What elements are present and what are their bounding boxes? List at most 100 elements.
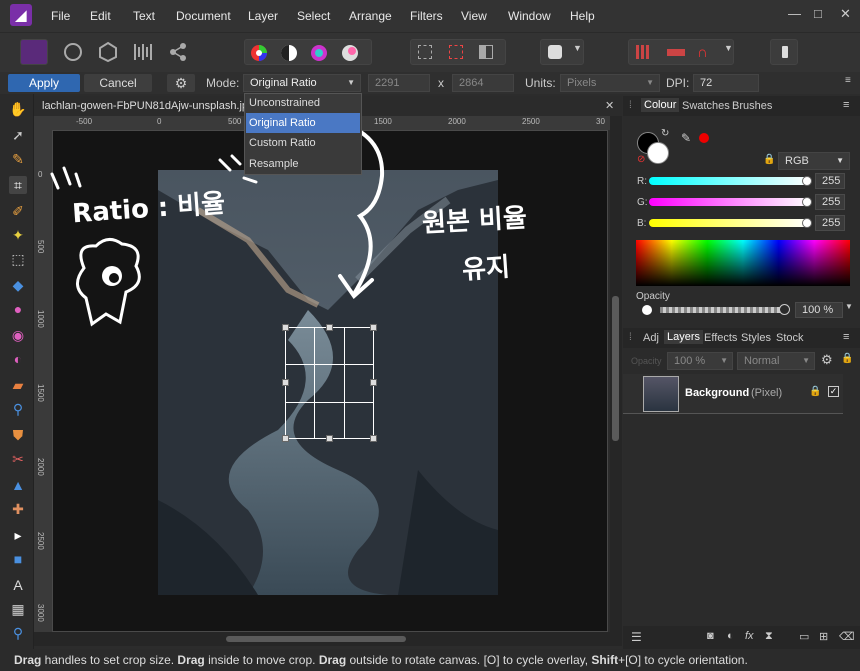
layer-visibility-checkbox[interactable]: ✓ xyxy=(828,386,839,397)
levels-icon[interactable] xyxy=(279,43,299,63)
g-slider-handle[interactable] xyxy=(802,197,812,207)
menu-select[interactable]: Select xyxy=(297,9,330,23)
color-wheel-icon[interactable] xyxy=(249,43,269,63)
layer-row-background[interactable]: Background (Pixel) 🔒 ✓ xyxy=(623,374,843,414)
white-balance-icon[interactable] xyxy=(340,43,360,63)
assistant-icon[interactable] xyxy=(667,49,685,56)
mode-select[interactable]: Original Ratio ▼ xyxy=(243,74,361,92)
eyedropper-icon[interactable]: ✎ xyxy=(681,131,691,145)
crop-tool-icon[interactable]: ⌗ xyxy=(9,176,27,194)
b-slider-handle[interactable] xyxy=(802,218,812,228)
b-slider[interactable] xyxy=(649,219,809,227)
color-replacement-icon[interactable]: ◉ xyxy=(9,326,27,344)
menu-edit[interactable]: Edit xyxy=(90,9,111,23)
hsl-icon[interactable] xyxy=(309,43,329,63)
close-document-icon[interactable]: ✕ xyxy=(605,99,614,112)
layer-stack-icon[interactable]: ☰ xyxy=(631,630,642,644)
lock-icon[interactable]: 🔒 xyxy=(763,154,775,165)
menu-layer[interactable]: Layer xyxy=(248,9,278,23)
flood-fill-icon[interactable]: ◆ xyxy=(9,276,27,294)
layer-opacity-field[interactable]: 100 % ▼ xyxy=(667,352,733,370)
context-menu-icon[interactable]: ≡ xyxy=(845,75,851,86)
export-persona-icon[interactable] xyxy=(165,39,193,65)
menu-arrange[interactable]: Arrange xyxy=(349,9,392,23)
erase-brush-icon[interactable]: ▰ xyxy=(9,376,27,394)
zoom-tool-icon[interactable]: ⚲ xyxy=(9,624,27,642)
trash-icon[interactable]: ⌫ xyxy=(839,630,855,643)
height-field[interactable]: 2864 xyxy=(452,74,514,92)
r-slider-handle[interactable] xyxy=(802,176,812,186)
b-value-field[interactable]: 255 xyxy=(815,215,845,231)
menu-file[interactable]: File xyxy=(51,9,70,23)
patch-tool-icon[interactable]: ✚ xyxy=(9,500,27,518)
g-slider[interactable] xyxy=(649,198,809,206)
picked-colour-swatch[interactable] xyxy=(699,133,709,143)
gear-icon[interactable]: ⚙ xyxy=(167,74,195,92)
horizontal-scroll-thumb[interactable] xyxy=(226,636,406,642)
units-select[interactable]: Pixels ▼ xyxy=(560,74,660,92)
hand-tool-icon[interactable]: ✋ xyxy=(9,100,27,118)
smudge-tool-icon[interactable]: ▲ xyxy=(9,476,27,494)
add-pixel-layer-icon[interactable]: ⊞ xyxy=(819,630,828,643)
colour-spectrum[interactable] xyxy=(636,240,850,286)
dodge-tool-icon[interactable]: ⚲ xyxy=(9,400,27,418)
studio-toggle-button[interactable] xyxy=(770,39,798,65)
maximize-button[interactable]: □ xyxy=(814,6,822,21)
snapping-magnet-icon[interactable]: ∩ xyxy=(697,44,708,61)
liquify-persona-icon[interactable] xyxy=(60,39,88,65)
g-value-field[interactable]: 255 xyxy=(815,194,845,210)
invert-selection-icon[interactable] xyxy=(479,45,493,59)
tab-adjustments[interactable]: Adj xyxy=(643,332,659,344)
crop-handle-right[interactable] xyxy=(370,379,377,386)
menu-document[interactable]: Document xyxy=(176,9,231,23)
opacity-value-field[interactable]: 100 % xyxy=(795,302,843,318)
tab-effects[interactable]: Effects xyxy=(704,332,737,344)
crop-handle-left[interactable] xyxy=(282,379,289,386)
panel-menu-icon[interactable]: ≡ xyxy=(843,331,849,343)
crop-handle-bottom[interactable] xyxy=(326,435,333,442)
r-value-field[interactable]: 255 xyxy=(815,173,845,189)
panel-grip-icon[interactable]: ⁞ xyxy=(629,100,632,111)
mode-option-original-ratio[interactable]: Original Ratio xyxy=(249,117,316,129)
swap-colours-icon[interactable]: ↻ xyxy=(661,128,669,139)
chevron-down-icon[interactable]: ▼ xyxy=(845,302,853,311)
mesh-warp-icon[interactable]: ▦ xyxy=(9,600,27,618)
marquee-tool-icon[interactable]: ⬚ xyxy=(9,250,27,268)
tab-layers[interactable]: Layers xyxy=(664,330,704,344)
clone-tool-icon[interactable]: ⛊ xyxy=(9,426,27,444)
crop-handle-bottom-left[interactable] xyxy=(282,435,289,442)
color-picker-tool-icon[interactable]: ✎ xyxy=(9,150,27,168)
photo-persona-icon[interactable] xyxy=(20,39,48,65)
blend-mode-select[interactable]: Normal ▼ xyxy=(737,352,815,370)
tab-swatches[interactable]: Swatches xyxy=(682,100,730,112)
tab-brushes[interactable]: Brushes xyxy=(732,100,772,112)
menu-view[interactable]: View xyxy=(461,9,487,23)
layer-lock-icon[interactable]: 🔒 xyxy=(809,386,821,397)
deselect-icon[interactable] xyxy=(449,45,463,59)
rectangle-tool-icon[interactable]: ■ xyxy=(9,550,27,568)
grid-icon[interactable] xyxy=(636,45,650,59)
mode-option-custom-ratio[interactable]: Custom Ratio xyxy=(249,137,316,149)
tone-mapping-persona-icon[interactable] xyxy=(130,39,158,65)
menu-help[interactable]: Help xyxy=(570,9,595,23)
folder-icon[interactable]: ▭ xyxy=(799,630,809,643)
adjustment-layer-icon[interactable]: ◐ xyxy=(727,630,734,642)
mixer-brush-icon[interactable]: ◐ xyxy=(9,350,27,368)
mode-option-resample[interactable]: Resample xyxy=(249,158,299,170)
dpi-field[interactable]: 72 xyxy=(693,74,759,92)
live-filter-icon[interactable]: ⧗ xyxy=(765,630,773,643)
develop-persona-icon[interactable] xyxy=(95,39,123,65)
r-slider[interactable] xyxy=(649,177,809,185)
secondary-colour-swatch[interactable] xyxy=(647,142,669,164)
no-colour-icon[interactable]: ⊘ xyxy=(637,154,645,165)
selection-brush-icon[interactable]: ✐ xyxy=(9,202,27,220)
menu-window[interactable]: Window xyxy=(508,9,551,23)
minimize-button[interactable]: — xyxy=(788,6,801,21)
horizontal-scrollbar[interactable] xyxy=(34,632,622,646)
pen-tool-icon[interactable]: ▸ xyxy=(9,526,27,544)
panel-grip-icon[interactable]: ⁞ xyxy=(629,332,632,343)
lock-icon[interactable]: 🔒 xyxy=(841,353,853,364)
tab-stock[interactable]: Stock xyxy=(776,332,804,344)
menu-text[interactable]: Text xyxy=(133,9,155,23)
move-tool-icon[interactable]: ➚ xyxy=(9,126,27,144)
